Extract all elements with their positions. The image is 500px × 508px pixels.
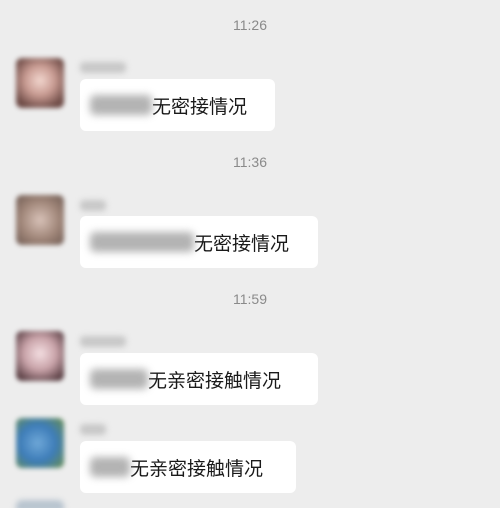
avatar[interactable]: [16, 331, 64, 381]
timestamp: 11:26: [233, 17, 267, 33]
sender-name-redacted: [80, 62, 126, 73]
avatar[interactable]: [16, 58, 64, 108]
chat-view: 11:26 无密接情况 11:36 无密接情况 11:59 无亲密接触情况 无亲…: [0, 0, 500, 508]
timestamp: 11:36: [233, 154, 267, 170]
sender-name-redacted: [80, 336, 126, 347]
message-text: 无亲密接触情况: [148, 369, 282, 392]
message-text: 无密接情况: [194, 232, 290, 255]
message-bubble[interactable]: 无密接情况: [80, 79, 275, 131]
sender-name-redacted: [80, 424, 106, 435]
redacted-text: [90, 457, 130, 477]
avatar[interactable]: [16, 195, 64, 245]
timestamp: 11:59: [233, 291, 267, 307]
message-text: 无亲密接触情况: [130, 457, 264, 480]
redacted-text: [90, 95, 152, 115]
redacted-text: [90, 369, 148, 389]
message-bubble[interactable]: 无密接情况: [80, 216, 318, 268]
avatar[interactable]: [16, 500, 64, 508]
message-bubble[interactable]: 无亲密接触情况: [80, 353, 318, 405]
message-bubble[interactable]: 无亲密接触情况: [80, 441, 296, 493]
avatar[interactable]: [16, 418, 64, 468]
message-text: 无密接情况: [152, 95, 248, 118]
redacted-text: [90, 232, 194, 252]
sender-name-redacted: [80, 200, 106, 211]
